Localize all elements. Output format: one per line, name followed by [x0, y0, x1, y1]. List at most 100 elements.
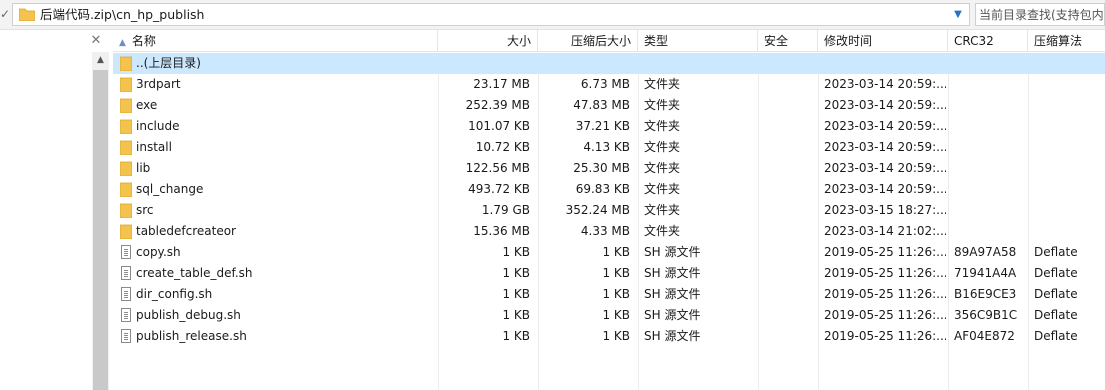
table-row[interactable]: dir_config.sh 1 KB 1 KB SH 源文件 2019-05-25 11… — [113, 284, 1105, 305]
cell-method — [1034, 116, 1104, 137]
cell-crc — [954, 221, 1026, 242]
cell-security — [764, 137, 814, 158]
folder-tree-pane: ✕ ▲ — [0, 30, 110, 390]
search-field[interactable] — [975, 3, 1105, 26]
cell-size: 1 KB — [502, 308, 530, 322]
table-row[interactable]: lib 122.56 MB 25.30 MB 文件夹 2023-03-14 20:59:… — [113, 158, 1105, 179]
cell-size: 1.79 GB — [481, 203, 530, 217]
table-row[interactable]: ..(上层目录) — [113, 53, 1105, 74]
cell-type: 文件夹 — [644, 140, 681, 154]
cell-crc — [954, 74, 1026, 95]
cell-modified: 2019-05-25 11:26:... — [824, 266, 946, 280]
cell-modified: 2023-03-14 20:59:... — [824, 77, 946, 91]
cell-security — [764, 305, 814, 326]
cell-type: 文件夹 — [644, 182, 681, 196]
cell-crc — [954, 200, 1026, 221]
cell-modified: 2023-03-14 20:59:... — [824, 119, 946, 133]
column-header-type[interactable]: 类型 — [638, 30, 758, 52]
table-row[interactable]: src 1.79 GB 352.24 MB 文件夹 2023-03-15 18:27:.… — [113, 200, 1105, 221]
cell-method — [1034, 137, 1104, 158]
column-header-modified[interactable]: 修改时间 — [818, 30, 948, 52]
cell-security — [764, 263, 814, 284]
table-row[interactable]: publish_debug.sh 1 KB 1 KB SH 源文件 2019-05-25… — [113, 305, 1105, 326]
file-name: 3rdpart — [136, 77, 181, 91]
folder-icon — [120, 98, 132, 113]
cell-method: Deflate — [1034, 308, 1078, 322]
cell-method: Deflate — [1034, 266, 1078, 280]
cell-modified: 2023-03-14 20:59:... — [824, 161, 946, 175]
cell-crc: 71941A4A — [954, 266, 1017, 280]
cell-size: 493.72 KB — [468, 182, 530, 196]
cell-modified: 2019-05-25 11:26:... — [824, 245, 946, 259]
table-row[interactable]: 3rdpart 23.17 MB 6.73 MB 文件夹 2023-03-14 20:5… — [113, 74, 1105, 95]
cell-packed: 1 KB — [602, 329, 630, 343]
cell-size: 10.72 KB — [475, 140, 530, 154]
table-row[interactable]: install 10.72 KB 4.13 KB 文件夹 2023-03-14 20:5… — [113, 137, 1105, 158]
path-field[interactable]: 后端代码.zip\cn_hp_publish ▼ — [12, 3, 970, 26]
table-row[interactable]: exe 252.39 MB 47.83 MB 文件夹 2023-03-14 20:59:… — [113, 95, 1105, 116]
cell-type: 文件夹 — [644, 203, 681, 217]
table-row[interactable]: tabledefcreateor 15.36 MB 4.33 MB 文件夹 2023-0… — [113, 221, 1105, 242]
cell-crc — [954, 179, 1026, 200]
file-name: copy.sh — [136, 245, 181, 259]
folder-icon — [120, 56, 132, 71]
column-header-size[interactable]: 大小 — [438, 30, 538, 52]
column-header-name[interactable]: ▲ 名称 — [113, 30, 438, 52]
cell-type — [644, 53, 754, 74]
cell-packed: 1 KB — [602, 287, 630, 301]
folder-icon — [120, 77, 132, 92]
file-name: tabledefcreateor — [136, 224, 236, 238]
cell-security — [764, 158, 814, 179]
folder-icon — [120, 119, 132, 134]
search-input[interactable] — [976, 4, 1104, 25]
address-toolbar: ✓ 后端代码.zip\cn_hp_publish ▼ — [0, 0, 1105, 30]
cell-packed: 1 KB — [602, 245, 630, 259]
table-row[interactable]: include 101.07 KB 37.21 KB 文件夹 2023-03-14 20… — [113, 116, 1105, 137]
close-icon[interactable]: ✕ — [88, 33, 104, 49]
chevron-down-icon[interactable]: ▼ — [949, 6, 967, 24]
cell-security — [764, 74, 814, 95]
cell-type: 文件夹 — [644, 119, 681, 133]
scrollbar-thumb[interactable] — [93, 70, 108, 390]
cell-modified: 2019-05-25 11:26:... — [824, 287, 946, 301]
tree-scrollbar[interactable]: ▲ — [92, 52, 109, 390]
cell-packed: 352.24 MB — [565, 203, 630, 217]
cell-packed: 25.30 MB — [573, 161, 630, 175]
collapse-check-icon[interactable]: ✓ — [0, 7, 10, 21]
cell-packed — [538, 53, 630, 74]
file-name: publish_release.sh — [136, 329, 247, 343]
cell-modified: 2023-03-14 20:59:... — [824, 182, 946, 196]
file-icon — [120, 308, 132, 323]
scroll-up-icon[interactable]: ▲ — [92, 52, 109, 69]
cell-crc — [954, 158, 1026, 179]
table-row[interactable]: publish_release.sh 1 KB 1 KB SH 源文件 2019-05-… — [113, 326, 1105, 347]
file-name: lib — [136, 161, 151, 175]
cell-modified: 2019-05-25 11:26:... — [824, 308, 946, 322]
cell-modified: 2019-05-25 11:26:... — [824, 329, 946, 343]
cell-method — [1034, 200, 1104, 221]
file-name: ..(上层目录) — [136, 56, 201, 70]
file-name: exe — [136, 98, 158, 112]
cell-size: 1 KB — [502, 287, 530, 301]
cell-security — [764, 326, 814, 347]
cell-security — [764, 221, 814, 242]
table-row[interactable]: create_table_def.sh 1 KB 1 KB SH 源文件 2019-05… — [113, 263, 1105, 284]
cell-security — [764, 95, 814, 116]
cell-size: 1 KB — [502, 266, 530, 280]
table-row[interactable]: copy.sh 1 KB 1 KB SH 源文件 2019-05-25 11:26:..… — [113, 242, 1105, 263]
cell-packed: 4.13 KB — [583, 140, 630, 154]
folder-icon — [120, 161, 132, 176]
file-name: include — [136, 119, 180, 133]
cell-size: 15.36 MB — [473, 224, 530, 238]
table-row[interactable]: sql_change 493.72 KB 69.83 KB 文件夹 2023-03-14… — [113, 179, 1105, 200]
column-header-method[interactable]: 压缩算法 — [1028, 30, 1105, 52]
file-icon — [120, 287, 132, 302]
file-name: create_table_def.sh — [136, 266, 253, 280]
column-header-crc32[interactable]: CRC32 — [948, 30, 1028, 52]
column-header-security[interactable]: 安全 — [758, 30, 818, 52]
cell-method: Deflate — [1034, 287, 1078, 301]
cell-security — [764, 116, 814, 137]
file-name: sql_change — [136, 182, 204, 196]
cell-size: 23.17 MB — [473, 77, 530, 91]
column-header-packed-size[interactable]: 压缩后大小 — [538, 30, 638, 52]
